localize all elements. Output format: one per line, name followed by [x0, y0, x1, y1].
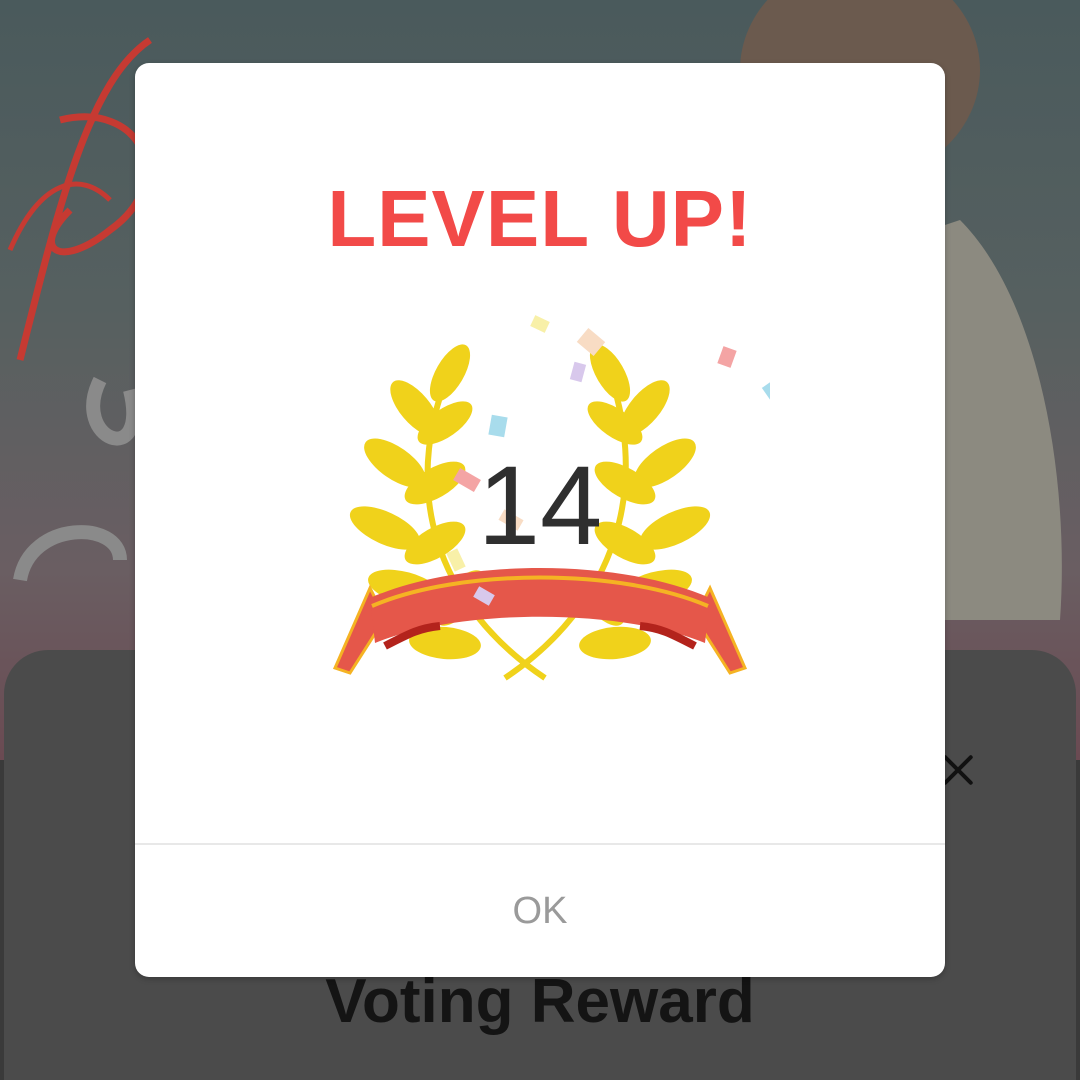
dialog-title: LEVEL UP!: [327, 174, 753, 263]
level-up-dialog: LEVEL UP! 14 OK: [135, 63, 945, 977]
app-screen: Voting Reward LEVEL UP! 14 OK: [0, 0, 1080, 1080]
level-number: 14: [477, 443, 603, 568]
ok-button[interactable]: OK: [135, 845, 945, 977]
